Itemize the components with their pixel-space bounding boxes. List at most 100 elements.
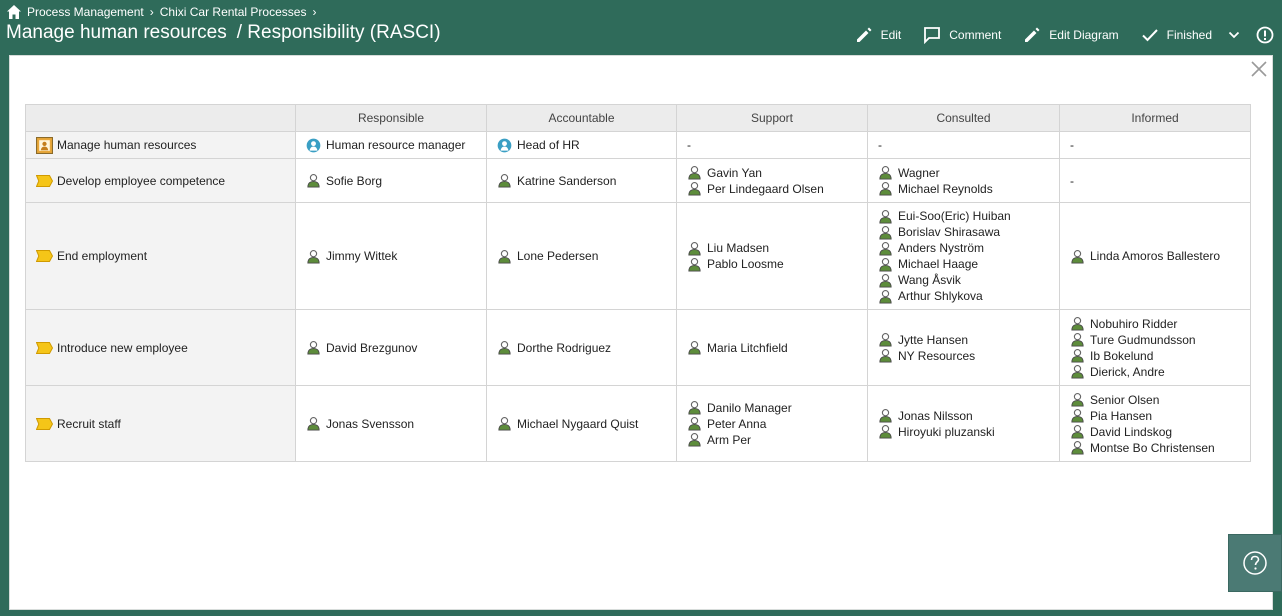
person-entry[interactable]: Jonas Nilsson <box>878 408 1049 424</box>
finished-button[interactable]: Finished <box>1141 26 1212 44</box>
role-entry[interactable]: Head of HR <box>497 137 666 153</box>
process-cell[interactable]: End employment <box>25 202 296 310</box>
assignee-list: Gavin Yan Per Lindegaard Olsen <box>687 165 857 197</box>
person-entry[interactable]: David Lindskog <box>1070 424 1240 440</box>
person-entry[interactable]: Ib Bokelund <box>1070 348 1240 364</box>
person-entry[interactable]: Eui-Soo(Eric) Huiban <box>878 208 1049 224</box>
person-entry[interactable]: Lone Pedersen <box>497 248 666 264</box>
comment-button[interactable]: Comment <box>923 26 1001 44</box>
breadcrumb-item-process-management[interactable]: Process Management <box>27 5 144 19</box>
person-entry[interactable]: Sofie Borg <box>306 173 476 189</box>
person-entry[interactable]: Liu Madsen <box>687 240 857 256</box>
person-entry[interactable]: Pablo Loosme <box>687 256 857 272</box>
person-entry[interactable]: Jonas Svensson <box>306 416 476 432</box>
support-cell: Maria Litchfield <box>676 309 868 386</box>
person-name: Arthur Shlykova <box>898 289 983 303</box>
person-entry[interactable]: Dierick, Andre <box>1070 364 1240 380</box>
person-name: Lone Pedersen <box>517 249 599 263</box>
person-icon <box>1071 441 1084 455</box>
empty-value: - <box>687 138 691 152</box>
assignee-list: Eui-Soo(Eric) Huiban Borislav Shirasawa An… <box>878 208 1049 304</box>
person-entry[interactable]: Ture Gudmundsson <box>1070 332 1240 348</box>
person-entry[interactable]: Per Lindegaard Olsen <box>687 181 857 197</box>
person-entry[interactable]: Wang Åsvik <box>878 272 1049 288</box>
person-entry[interactable]: Jimmy Wittek <box>306 248 476 264</box>
person-name: Senior Olsen <box>1090 392 1160 407</box>
person-name: Jytte Hansen <box>898 332 969 347</box>
process-name: Develop employee competence <box>57 173 226 188</box>
person-entry[interactable]: David Brezgunov <box>306 340 476 356</box>
person-icon <box>688 241 701 256</box>
edit-diagram-button[interactable]: Edit Diagram <box>1023 26 1119 44</box>
person-icon <box>688 182 701 196</box>
person-entry[interactable]: Arthur Shlykova <box>878 288 1049 304</box>
role-entry[interactable]: Human resource manager <box>306 137 476 153</box>
process-cell[interactable]: Develop employee competence <box>25 158 296 203</box>
person-entry[interactable]: Jytte Hansen <box>878 332 1049 348</box>
breadcrumb-item-chixi-car-rental[interactable]: Chixi Car Rental Processes <box>160 5 307 19</box>
person-entry[interactable]: Wagner <box>878 165 1049 181</box>
close-icon[interactable] <box>1250 60 1268 78</box>
person-entry[interactable]: Linda Amoros Ballestero <box>1070 248 1240 264</box>
person-entry[interactable]: Nobuhiro Ridder <box>1070 316 1240 332</box>
person-name: Arm Per <box>707 432 752 447</box>
assignee-list: Dorthe Rodriguez <box>497 340 666 356</box>
person-entry[interactable]: Katrine Sanderson <box>497 173 666 189</box>
person-entry[interactable]: Danilo Manager <box>687 400 857 416</box>
person-entry[interactable]: Montse Bo Christensen <box>1070 440 1240 456</box>
person-entry[interactable]: Dorthe Rodriguez <box>497 340 666 356</box>
person-icon <box>879 182 892 196</box>
person-entry[interactable]: Gavin Yan <box>687 165 857 181</box>
assignee-list: Jonas Nilsson Hiroyuki pluzanski <box>878 408 1049 440</box>
person-name: David Lindskog <box>1090 424 1173 439</box>
person-name: Per Lindegaard Olsen <box>707 181 824 196</box>
person-icon <box>1071 349 1084 363</box>
person-entry[interactable]: Peter Anna <box>687 416 857 432</box>
person-entry[interactable]: Anders Nyström <box>878 240 1049 256</box>
person-entry[interactable]: Michael Nygaard Quist <box>497 416 666 432</box>
person-entry[interactable]: Michael Haage <box>878 256 1049 272</box>
table-row: End employment Jimmy Wittek Lone Pedersen L… <box>25 202 1251 310</box>
person-entry[interactable]: Senior Olsen <box>1070 392 1240 408</box>
process-entry: Recruit staff <box>36 416 285 432</box>
person-entry[interactable]: Arm Per <box>687 432 857 448</box>
person-name: Linda Amoros Ballestero <box>1090 249 1221 263</box>
help-button[interactable] <box>1228 534 1282 592</box>
responsible-cell: Sofie Borg <box>295 158 487 203</box>
edit-button[interactable]: Edit <box>855 26 902 44</box>
informed-cell: Nobuhiro Ridder Ture Gudmundsson Ib Bokelu… <box>1059 309 1251 386</box>
edit-diagram-label: Edit Diagram <box>1049 28 1119 42</box>
person-entry[interactable]: Michael Reynolds <box>878 181 1049 197</box>
person-name: NY Resources <box>898 348 976 363</box>
person-icon <box>307 249 320 264</box>
pencil-icon <box>1025 27 1040 42</box>
process-entry: End employment <box>36 248 285 264</box>
process-cell[interactable]: Manage human resources <box>25 131 296 159</box>
person-entry[interactable]: Hiroyuki pluzanski <box>878 424 1049 440</box>
process-cell[interactable]: Introduce new employee <box>25 309 296 386</box>
person-icon <box>498 249 511 264</box>
edit-label: Edit <box>880 28 902 42</box>
person-entry[interactable]: Maria Litchfield <box>687 340 857 356</box>
role-icon <box>306 138 321 152</box>
person-name: Wang Åsvik <box>898 273 961 287</box>
person-entry[interactable]: Pia Hansen <box>1070 408 1240 424</box>
home-icon[interactable] <box>6 4 22 20</box>
chevron-right-icon: › <box>149 5 154 19</box>
chevron-down-icon <box>1228 31 1240 39</box>
process-cell[interactable]: Recruit staff <box>25 385 296 462</box>
info-button[interactable] <box>1256 26 1274 44</box>
person-entry[interactable]: NY Resources <box>878 348 1049 364</box>
assignee-list: Nobuhiro Ridder Ture Gudmundsson Ib Bokelu… <box>1070 316 1240 380</box>
assignee-list: Linda Amoros Ballestero <box>1070 248 1240 264</box>
person-name: Hiroyuki pluzanski <box>898 424 995 439</box>
process-step-icon <box>36 174 53 187</box>
responsible-cell: David Brezgunov <box>295 309 487 386</box>
person-name: Wagner <box>898 165 940 180</box>
person-icon <box>879 225 892 240</box>
top-bar: Process Management › Chixi Car Rental Pr… <box>0 0 1282 48</box>
process-name: Manage human resources <box>57 138 197 152</box>
more-dropdown-button[interactable] <box>1228 29 1240 41</box>
person-entry[interactable]: Borislav Shirasawa <box>878 224 1049 240</box>
empty-value: - <box>878 138 882 152</box>
